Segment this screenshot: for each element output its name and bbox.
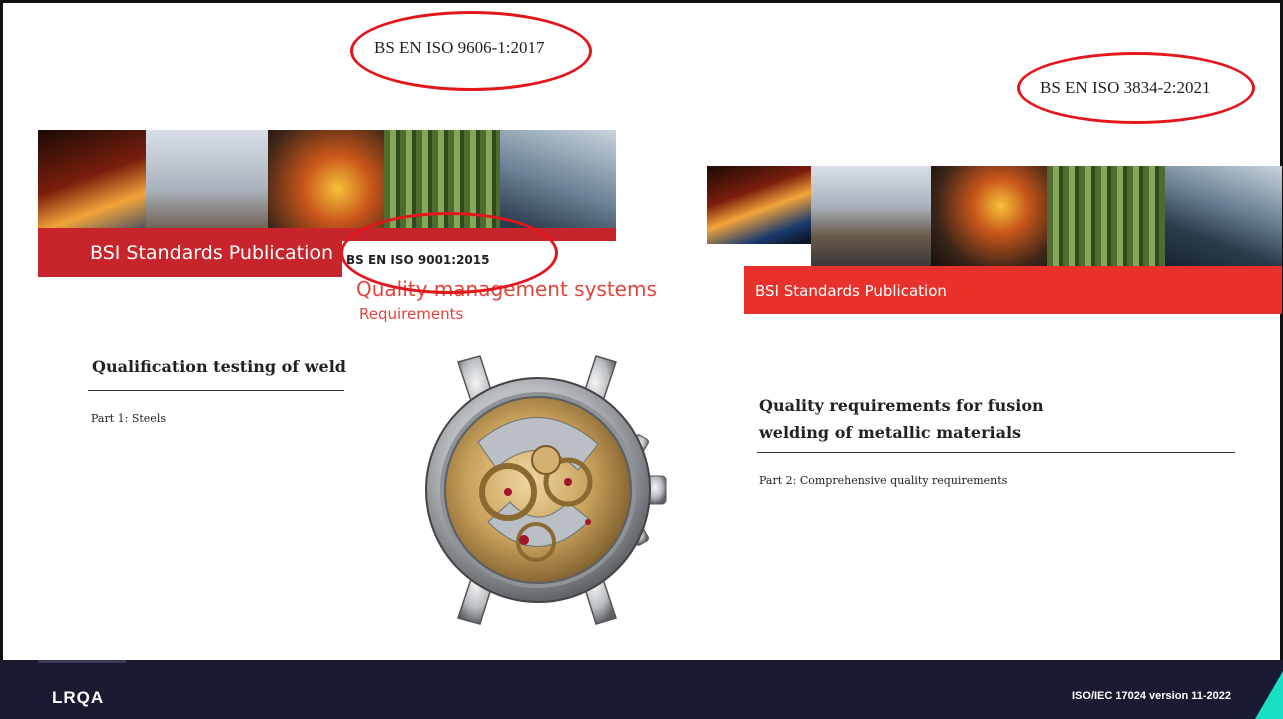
banner-photo-car-factory-right: [1165, 166, 1282, 266]
footer-bar: LRQA ISO/IEC 17024 version 11-2022: [0, 660, 1283, 719]
highlight-circle-9606: [350, 11, 592, 91]
document-part-left: Part 1: Steels: [91, 412, 166, 425]
footer-tab-marker: [38, 660, 126, 663]
title-rule-left: [88, 390, 344, 391]
footer-accent-triangle: [1255, 671, 1283, 719]
banner-photo-forest-right: [1047, 166, 1165, 266]
slide: BS EN ISO 9606-1:2017 BS EN ISO 3834-2:2…: [0, 0, 1283, 719]
bsi-publication-label-right: BSI Standards Publication: [755, 282, 947, 300]
highlight-circle-9001: [340, 212, 558, 294]
document-part-right: Part 2: Comprehensive quality requiremen…: [759, 474, 1008, 487]
bsi-banner-right: BSI Standards Publication: [707, 166, 1282, 314]
title-rule-right: [757, 452, 1235, 453]
bsi-publication-label-left: BSI Standards Publication: [90, 242, 334, 264]
slide-border-left: [0, 0, 3, 660]
document-subtitle-9001: Requirements: [359, 305, 464, 323]
document-title-right-line1: Quality requirements for fusion: [759, 396, 1044, 415]
footer-version-text: ISO/IEC 17024 version 11-2022: [1072, 690, 1231, 702]
highlight-circle-3834: [1017, 52, 1255, 124]
document-title-left: Qualification testing of weld: [92, 357, 346, 376]
lrqa-logo: LRQA: [52, 688, 105, 707]
slide-border-top: [0, 0, 1283, 3]
banner-photo-light-trails-right: [707, 166, 811, 244]
document-title-right-line2: welding of metallic materials: [759, 423, 1022, 442]
banner-photo-firefighters-right: [931, 166, 1047, 266]
banner-photo-factory-worker-right: [811, 166, 931, 266]
watch-illustration: [425, 355, 667, 625]
